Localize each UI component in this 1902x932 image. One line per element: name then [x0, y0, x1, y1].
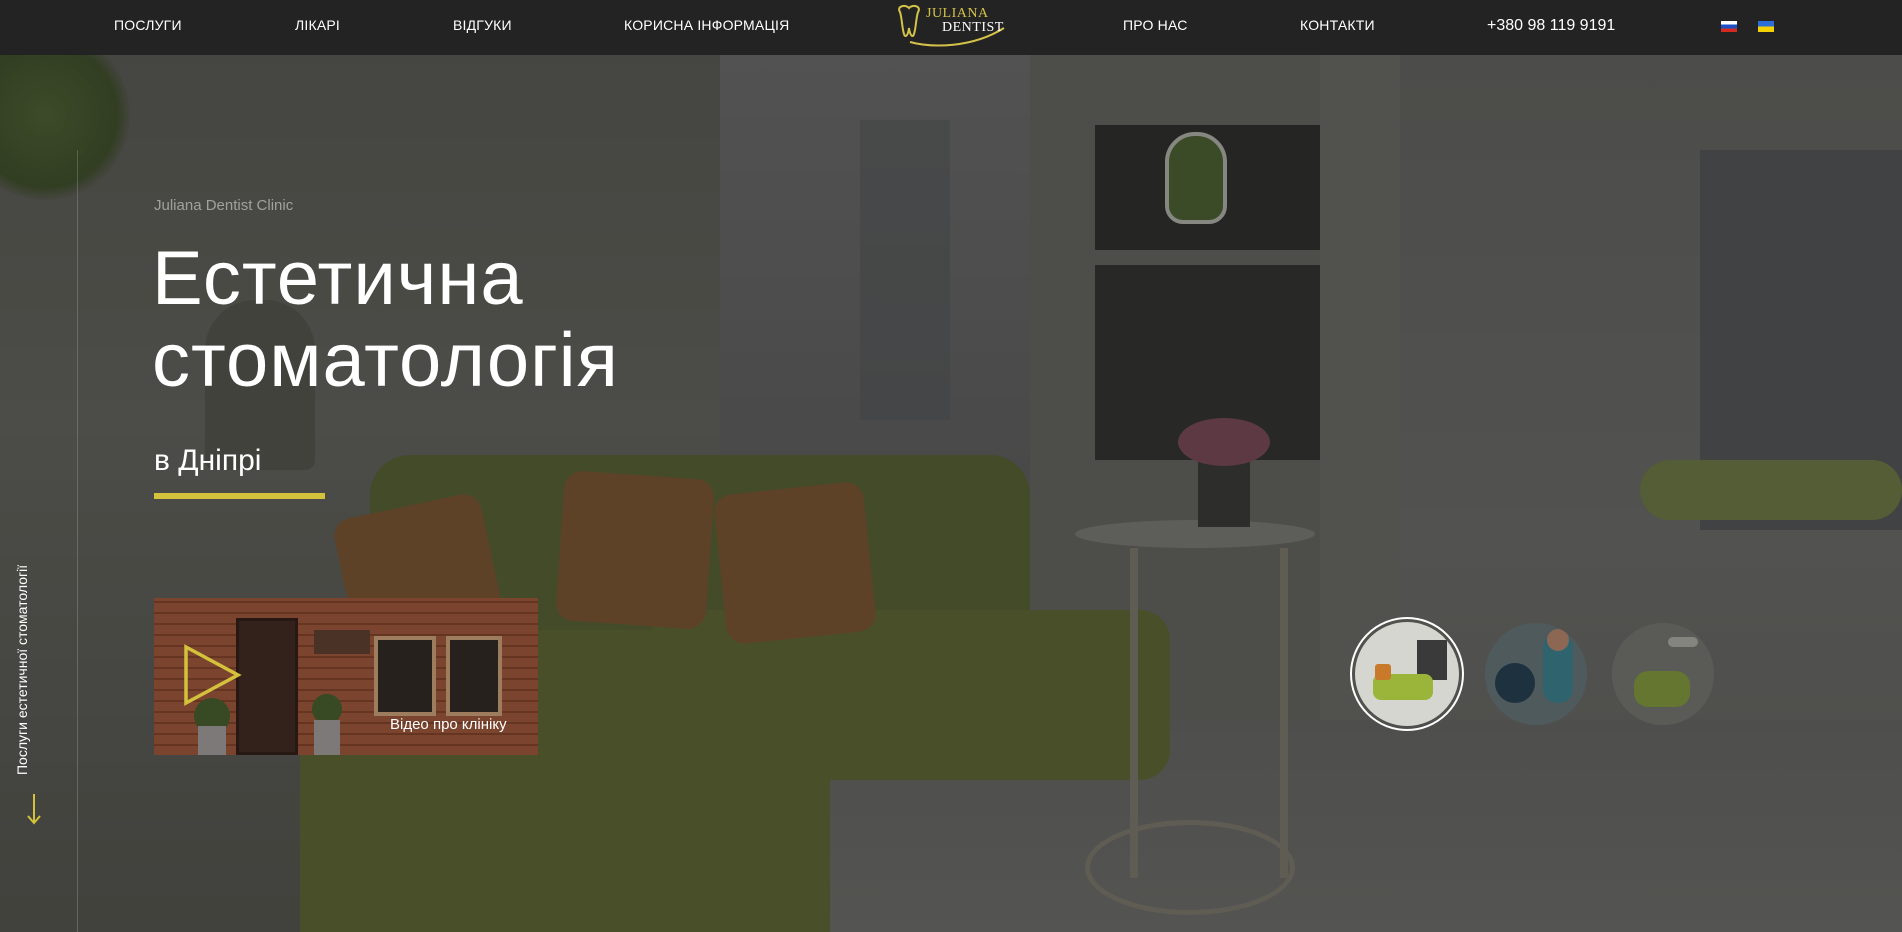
left-rail-line: [77, 150, 78, 932]
nav-link-useful-info[interactable]: КОРИСНА ІНФОРМАЦІЯ: [624, 17, 789, 33]
hero-overlay: [0, 0, 1902, 932]
clinic-video-card[interactable]: Відео про клініку: [154, 598, 538, 755]
side-services-link[interactable]: Послуги естетичної стоматології: [14, 535, 34, 775]
play-icon[interactable]: [182, 643, 242, 707]
ua-flag-icon[interactable]: [1758, 21, 1774, 32]
nav-link-contacts[interactable]: КОНТАКТИ: [1300, 17, 1375, 33]
thumb-dim: [1485, 623, 1587, 725]
nav-link-doctors[interactable]: ЛІКАРІ: [295, 17, 340, 33]
hero-title: Естетична стоматологія: [152, 238, 852, 402]
logo-text-dentist: DENTIST: [942, 20, 1004, 35]
arrow-down-icon[interactable]: [27, 793, 41, 825]
site-header: ПОСЛУГИ ЛІКАРІ ВІДГУКИ КОРИСНА ІНФОРМАЦІ…: [0, 0, 1902, 55]
phone-link[interactable]: +380 98 119 9191: [1487, 17, 1615, 35]
logo[interactable]: JULIANA DENTIST: [892, 2, 1012, 50]
hero-title-line: Естетична: [152, 236, 524, 321]
page: ПОСЛУГИ ЛІКАРІ ВІДГУКИ КОРИСНА ІНФОРМАЦІ…: [0, 0, 1902, 932]
hero-city: в Дніпрі: [154, 444, 262, 477]
thumb-dim: [1612, 623, 1714, 725]
accent-underline: [154, 493, 325, 499]
clinic-eyebrow: Juliana Dentist Clinic: [154, 197, 294, 214]
slide-thumbnail-doctor[interactable]: [1485, 623, 1587, 725]
video-label: Відео про клініку: [390, 716, 507, 733]
ru-flag-icon[interactable]: [1721, 21, 1737, 32]
nav-link-services[interactable]: ПОСЛУГИ: [114, 17, 182, 33]
hero-title-line: стоматологія: [152, 318, 619, 403]
nav-link-about[interactable]: ПРО НАС: [1123, 17, 1188, 33]
thumb-pillow: [1375, 664, 1391, 680]
slide-thumbnail-lounge[interactable]: [1355, 622, 1459, 726]
nav-link-reviews[interactable]: ВІДГУКИ: [453, 17, 512, 33]
slide-thumbnail-chair[interactable]: [1612, 623, 1714, 725]
